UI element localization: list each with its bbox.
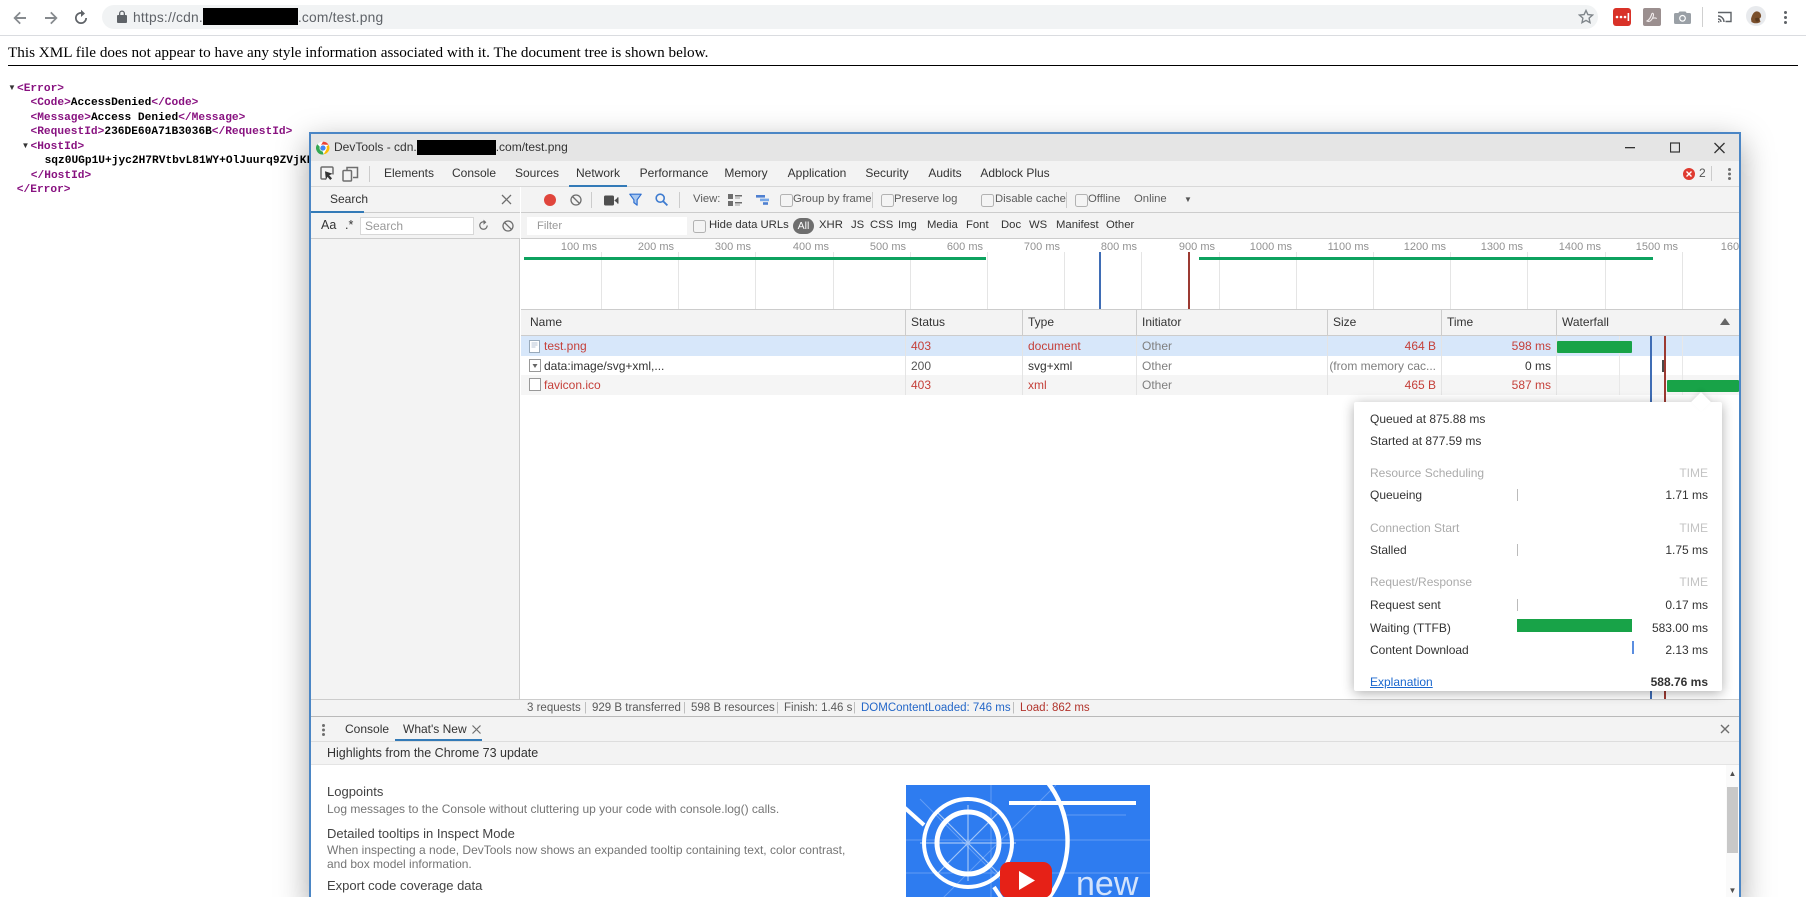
svg-text:new: new	[1076, 865, 1139, 897]
